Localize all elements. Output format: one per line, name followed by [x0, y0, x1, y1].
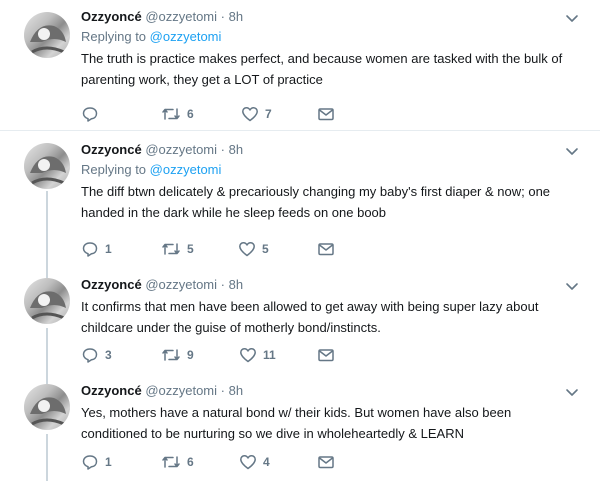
tweet[interactable]: Ozzyoncé @ozzyetomi · 8h Replying to @oz… [0, 131, 600, 266]
avatar[interactable] [24, 278, 70, 324]
tweet-text: It confirms that men have been allowed t… [81, 299, 539, 335]
tweet-text: The truth is practice makes perfect, and… [81, 51, 563, 87]
like-count: 11 [263, 348, 276, 362]
retweet-button[interactable]: 6 [161, 104, 194, 124]
replying-to-link[interactable]: @ozzyetomi [150, 29, 222, 44]
envelope-icon [318, 243, 334, 256]
reply-count: 3 [105, 348, 112, 362]
display-name[interactable]: Ozzyoncé [81, 142, 142, 157]
envelope-icon [318, 108, 334, 121]
user-handle[interactable]: @ozzyetomi [145, 277, 217, 292]
replying-to: Replying to @ozzyetomi [81, 161, 580, 179]
replying-to-link[interactable]: @ozzyetomi [150, 162, 222, 177]
direct-message-button[interactable] [317, 104, 335, 124]
avatar[interactable] [24, 143, 70, 189]
tweet-header: Ozzyoncé @ozzyetomi · 8h [81, 276, 580, 294]
reply-icon [82, 242, 98, 257]
envelope-icon [318, 456, 334, 469]
thread-line [46, 328, 48, 372]
like-count: 5 [262, 242, 269, 256]
like-button[interactable]: 7 [241, 104, 272, 124]
reply-icon [82, 348, 98, 363]
display-name[interactable]: Ozzyoncé [81, 383, 142, 398]
direct-message-button[interactable] [317, 345, 335, 365]
thread-line [46, 266, 48, 278]
reply-button[interactable]: 3 [81, 345, 112, 365]
tweet-header: Ozzyoncé @ozzyetomi · 8h [81, 382, 580, 400]
heart-icon [240, 455, 256, 470]
reply-icon [82, 455, 98, 470]
avatar[interactable] [24, 12, 70, 58]
tweet-text: Yes, mothers have a natural bond w/ thei… [81, 405, 512, 441]
retweet-button[interactable]: 6 [161, 452, 194, 472]
reply-count: 1 [105, 242, 112, 256]
retweet-button[interactable]: 9 [161, 345, 194, 365]
like-button[interactable]: 11 [239, 345, 276, 365]
separator: · [220, 9, 225, 24]
direct-message-button[interactable] [317, 452, 335, 472]
reply-button[interactable]: 1 [81, 239, 112, 259]
separator: · [220, 383, 225, 398]
heart-icon [240, 348, 256, 363]
tweet-header: Ozzyoncé @ozzyetomi · 8h [81, 141, 580, 159]
reply-count: 1 [105, 455, 112, 469]
reply-icon [82, 107, 98, 122]
timestamp[interactable]: 8h [229, 277, 243, 292]
display-name[interactable]: Ozzyoncé [81, 277, 142, 292]
thread-line [46, 434, 48, 481]
thread-line [46, 372, 48, 384]
replying-to: Replying to @ozzyetomi [81, 28, 580, 46]
chevron-down-icon[interactable] [564, 278, 580, 294]
like-button[interactable]: 5 [238, 239, 269, 259]
user-handle[interactable]: @ozzyetomi [145, 9, 217, 24]
chevron-down-icon[interactable] [564, 384, 580, 400]
like-count: 7 [265, 107, 272, 121]
replying-to-label: Replying to [81, 162, 147, 177]
retweet-count: 6 [187, 107, 194, 121]
heart-icon [242, 107, 258, 122]
separator: · [220, 277, 225, 292]
retweet-icon [162, 349, 180, 361]
timestamp[interactable]: 8h [229, 142, 243, 157]
retweet-count: 9 [187, 348, 194, 362]
heart-icon [239, 242, 255, 257]
timestamp[interactable]: 8h [229, 383, 243, 398]
reply-button[interactable]: 1 [81, 452, 112, 472]
user-handle[interactable]: @ozzyetomi [145, 142, 217, 157]
retweet-count: 5 [187, 242, 194, 256]
retweet-icon [162, 456, 180, 468]
like-count: 4 [263, 455, 270, 469]
reply-button[interactable] [81, 104, 105, 124]
retweet-button[interactable]: 5 [161, 239, 194, 259]
retweet-icon [162, 243, 180, 255]
tweet[interactable]: Ozzyoncé @ozzyetomi · 8h It confirms tha… [0, 266, 600, 372]
chevron-down-icon[interactable] [564, 10, 580, 26]
chevron-down-icon[interactable] [564, 143, 580, 159]
tweet-header: Ozzyoncé @ozzyetomi · 8h [81, 8, 580, 26]
separator: · [220, 142, 225, 157]
retweet-count: 6 [187, 455, 194, 469]
user-handle[interactable]: @ozzyetomi [145, 383, 217, 398]
tweet[interactable]: Ozzyoncé @ozzyetomi · 8h Replying to @oz… [0, 0, 600, 130]
retweet-icon [162, 108, 180, 120]
avatar[interactable] [24, 384, 70, 430]
timestamp[interactable]: 8h [229, 9, 243, 24]
display-name[interactable]: Ozzyoncé [81, 9, 142, 24]
like-button[interactable]: 4 [239, 452, 270, 472]
envelope-icon [318, 349, 334, 362]
thread-line [46, 191, 48, 266]
tweet-text: The diff btwn delicately & precariously … [81, 184, 551, 220]
tweet[interactable]: Ozzyoncé @ozzyetomi · 8h Yes, mothers ha… [0, 372, 600, 481]
replying-to-label: Replying to [81, 29, 147, 44]
direct-message-button[interactable] [317, 239, 335, 259]
